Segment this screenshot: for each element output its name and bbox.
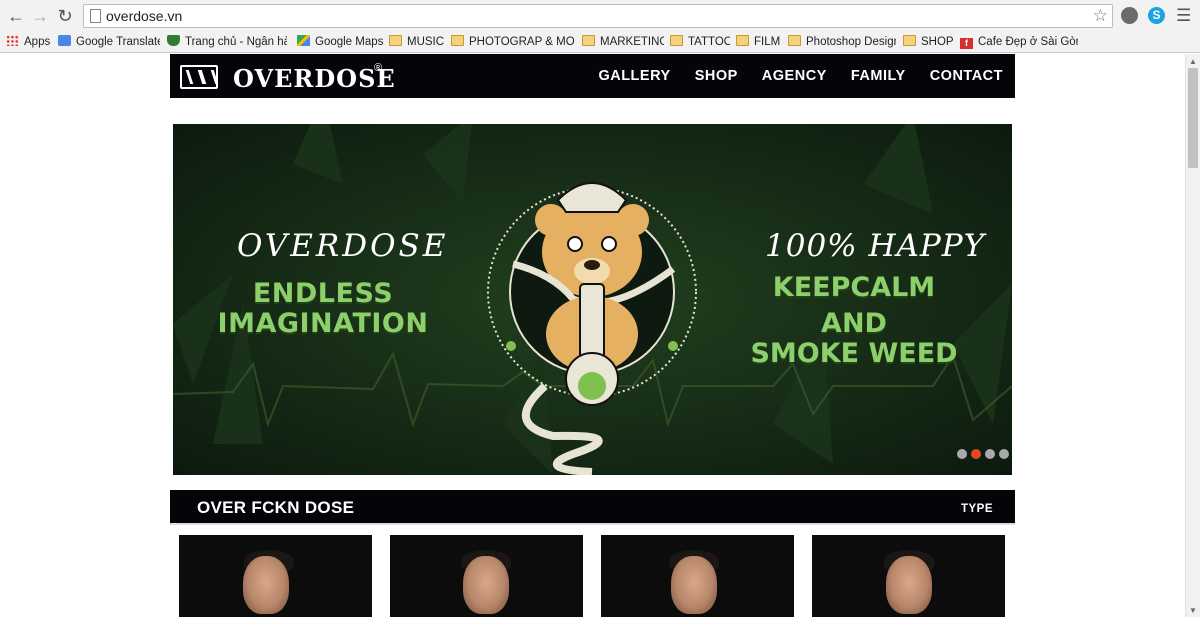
slide-tagline-line-1: ENDLESS bbox=[252, 278, 394, 309]
folder-icon bbox=[389, 35, 402, 46]
bookmarks-bar: Apps Google Translate Trang chủ - Ngân h… bbox=[0, 31, 1200, 53]
section-header: OVER FCKN DOSE TYPE bbox=[170, 490, 1015, 525]
bookmark-label: Apps bbox=[24, 36, 51, 48]
extension-icon[interactable] bbox=[1121, 7, 1138, 24]
browser-menu-icon[interactable]: ☰ bbox=[1176, 6, 1191, 26]
portrait-photo bbox=[243, 556, 289, 614]
slide-right-line-3: SMOKE WEED bbox=[750, 338, 958, 369]
slide-right-heading: 100% HAPPY bbox=[765, 228, 986, 264]
address-bar[interactable]: overdose.vn ☆ bbox=[83, 4, 1113, 28]
google-translate-icon bbox=[58, 35, 71, 46]
nav-family[interactable]: FAMILY bbox=[851, 68, 906, 84]
hero-slider[interactable]: OVERDOSE ENDLESS IMAGINATION 100% HAPPY … bbox=[173, 124, 1012, 475]
bookmark-label: FILM bbox=[754, 36, 781, 48]
nav-contact[interactable]: CONTACT bbox=[930, 68, 1003, 84]
slider-pagination bbox=[957, 449, 1009, 459]
slider-dot-2[interactable] bbox=[971, 449, 981, 459]
bookmark-label: TATTOO bbox=[688, 36, 730, 48]
bookmark-label: Cafe Đẹp ở Sài Gòn - bbox=[978, 36, 1078, 48]
bookmark-label: MUSIC bbox=[407, 36, 444, 48]
site-logo-text[interactable]: OVERDOSE bbox=[233, 64, 396, 93]
folder-icon bbox=[670, 35, 683, 46]
apps-icon bbox=[6, 35, 19, 46]
slide-brand: OVERDOSE bbox=[237, 228, 449, 264]
cafe-icon: f bbox=[960, 38, 973, 49]
scroll-thumb[interactable] bbox=[1188, 68, 1198, 168]
bookmark-label: Trang chủ - Ngân hàn bbox=[185, 36, 287, 48]
bookmark-star-icon[interactable]: ☆ bbox=[1093, 6, 1108, 26]
bookmark-label: MARKETING bbox=[600, 36, 664, 48]
gallery-card-1[interactable] bbox=[179, 535, 372, 617]
back-icon[interactable]: ← bbox=[6, 6, 26, 26]
bookmark-label: Photoshop Design bbox=[806, 36, 896, 48]
bookmark-label: PHOTOGRAP & MONI bbox=[469, 36, 574, 48]
skype-icon[interactable]: S bbox=[1148, 7, 1165, 24]
folder-icon bbox=[788, 35, 801, 46]
bookmark-google-maps[interactable]: Google Maps bbox=[297, 34, 383, 50]
browser-toolbar: ← → ↻ overdose.vn ☆ S ☰ bbox=[0, 0, 1200, 31]
bookmark-google-translate[interactable]: Google Translate bbox=[58, 34, 160, 50]
bookmark-folder-tattoo[interactable]: TATTOO bbox=[670, 34, 730, 50]
gallery-card-4[interactable] bbox=[812, 535, 1005, 617]
main-nav: GALLERY SHOP AGENCY FAMILY CONTACT bbox=[598, 54, 1003, 98]
bookmark-label: Google Translate bbox=[76, 36, 160, 48]
maps-icon bbox=[297, 35, 310, 46]
scroll-up-icon[interactable]: ▲ bbox=[1189, 57, 1197, 66]
slide-tagline-line-2: IMAGINATION bbox=[217, 308, 429, 339]
portrait-photo bbox=[886, 556, 932, 614]
overdose-logo-icon[interactable] bbox=[180, 65, 218, 89]
folder-icon bbox=[451, 35, 464, 46]
portrait-photo bbox=[671, 556, 717, 614]
bookmark-folder-photograp[interactable]: PHOTOGRAP & MONI bbox=[451, 34, 574, 50]
bookmark-label: SHOP bbox=[921, 36, 954, 48]
gallery-card-3[interactable] bbox=[601, 535, 794, 617]
section-title: OVER FCKN DOSE bbox=[197, 498, 355, 517]
shield-icon bbox=[167, 35, 180, 46]
slide-left-text: OVERDOSE ENDLESS IMAGINATION bbox=[173, 124, 473, 475]
slider-dot-4[interactable] bbox=[999, 449, 1009, 459]
nav-gallery[interactable]: GALLERY bbox=[598, 68, 670, 84]
bookmark-folder-marketing[interactable]: MARKETING bbox=[582, 34, 664, 50]
bookmark-folder-music[interactable]: MUSIC bbox=[389, 34, 444, 50]
bookmark-label: Google Maps bbox=[315, 36, 383, 48]
slider-dot-1[interactable] bbox=[957, 449, 967, 459]
url-text[interactable]: overdose.vn bbox=[106, 8, 182, 24]
slider-dot-3[interactable] bbox=[985, 449, 995, 459]
site-header: OVERDOSE ® GALLERY SHOP AGENCY FAMILY CO… bbox=[170, 54, 1015, 98]
bookmark-cafe[interactable]: f Cafe Đẹp ở Sài Gòn - bbox=[960, 34, 1078, 50]
type-filter[interactable]: TYPE bbox=[961, 503, 993, 515]
bookmark-bank[interactable]: Trang chủ - Ngân hàn bbox=[167, 34, 287, 50]
nav-agency[interactable]: AGENCY bbox=[762, 68, 827, 84]
portrait-gallery bbox=[179, 535, 1009, 617]
reload-icon[interactable]: ↻ bbox=[55, 6, 75, 26]
bookmark-folder-photoshop[interactable]: Photoshop Design bbox=[788, 34, 896, 50]
registered-mark: ® bbox=[374, 62, 383, 74]
bookmark-folder-shop[interactable]: SHOP bbox=[903, 34, 955, 50]
slide-right-line-2: AND bbox=[821, 308, 887, 339]
web-page: OVERDOSE ® GALLERY SHOP AGENCY FAMILY CO… bbox=[0, 54, 1185, 617]
nav-shop[interactable]: SHOP bbox=[695, 68, 738, 84]
scroll-down-icon[interactable]: ▼ bbox=[1189, 606, 1197, 615]
gallery-card-2[interactable] bbox=[390, 535, 583, 617]
slide-right-text: 100% HAPPY KEEPCALM AND SMOKE WEED bbox=[729, 124, 1012, 475]
folder-icon bbox=[736, 35, 749, 46]
bookmark-folder-film[interactable]: FILM bbox=[736, 34, 782, 50]
bookmark-apps[interactable]: Apps bbox=[6, 34, 52, 50]
page-scrollbar[interactable]: ▲ ▼ bbox=[1185, 54, 1200, 617]
forward-icon[interactable]: → bbox=[30, 6, 50, 26]
folder-icon bbox=[582, 35, 595, 46]
folder-icon bbox=[903, 35, 916, 46]
portrait-photo bbox=[463, 556, 509, 614]
page-icon bbox=[90, 9, 101, 23]
slide-right-line-1: KEEPCALM bbox=[772, 272, 936, 303]
